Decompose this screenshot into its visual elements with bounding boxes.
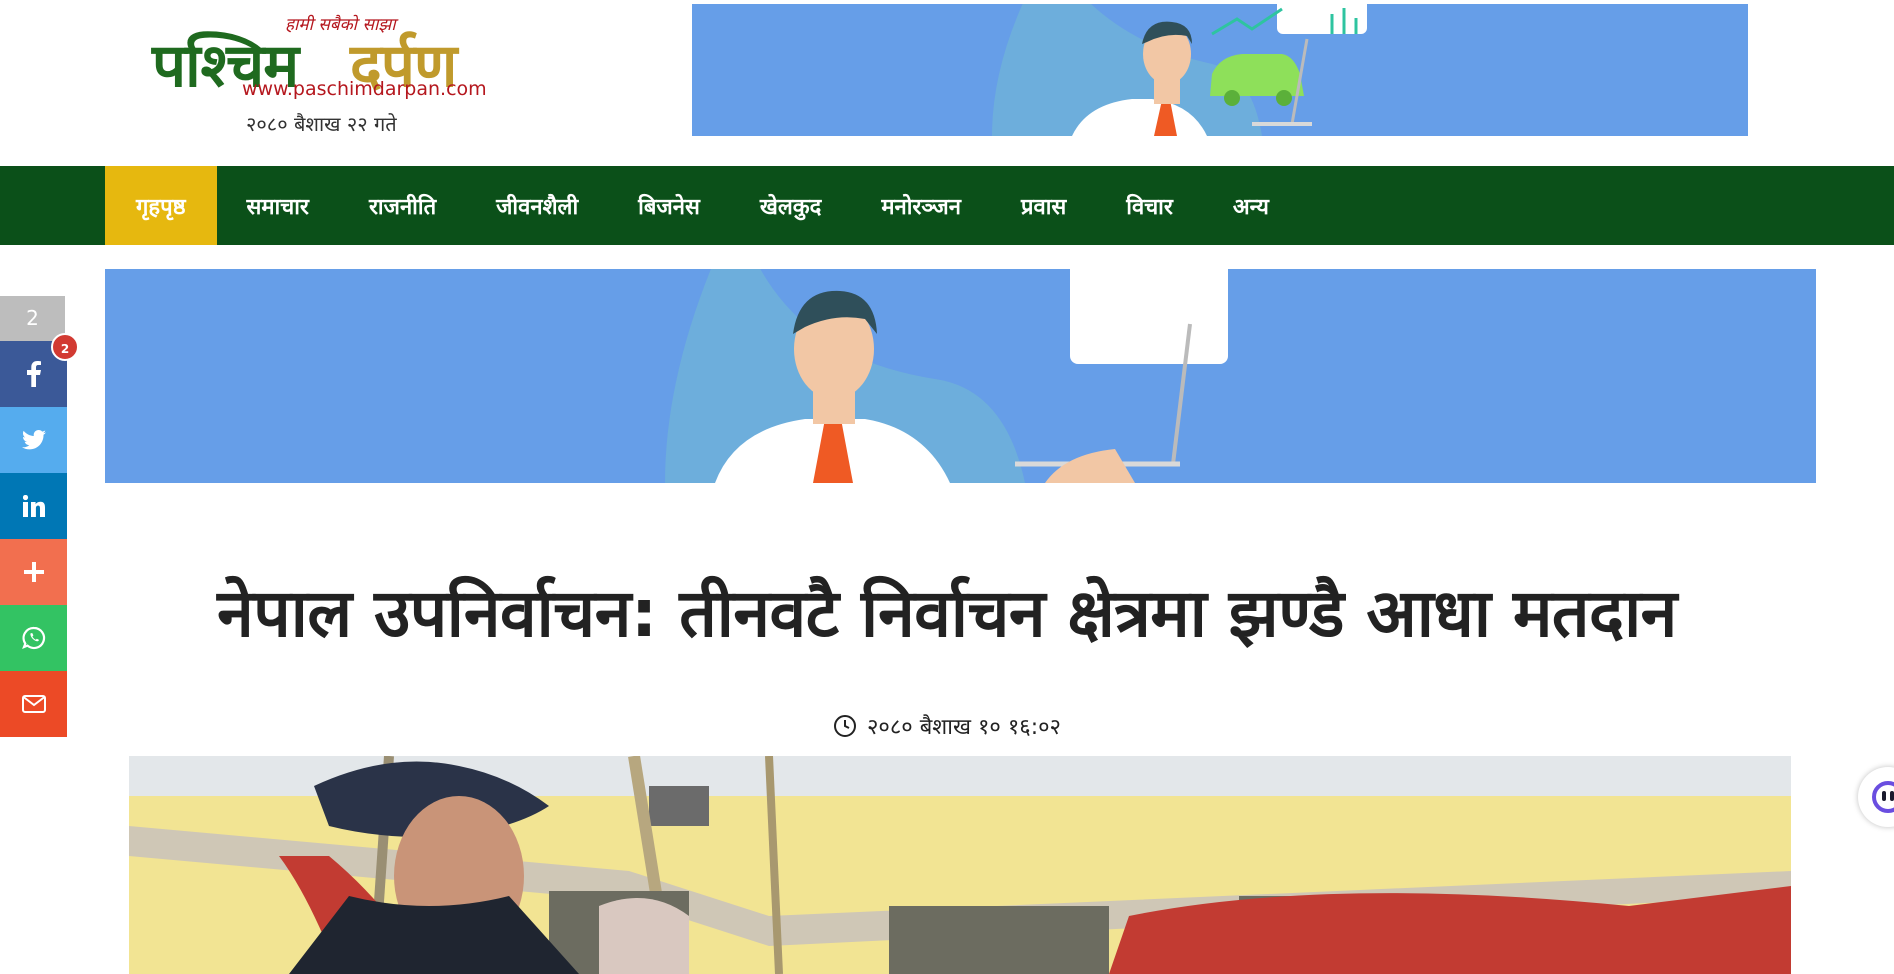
article-featured-image (129, 756, 1791, 974)
twitter-icon (21, 430, 46, 450)
share-count: 2 (0, 296, 65, 341)
nav-item-politics[interactable]: राजनीति (339, 166, 466, 245)
twitter-share-button[interactable] (0, 407, 67, 473)
photo-illustration (129, 756, 1791, 974)
floating-chat-widget[interactable] (1858, 767, 1894, 827)
published-datetime: २०८० बैशाख १० १६:०२ (866, 715, 1061, 740)
site-logo[interactable]: हामी सबैको साझा पश्चिम दर्पण www.paschim… (150, 8, 510, 138)
ad-illustration (665, 269, 1228, 483)
current-date: २०८० बैशाख २२ गते (246, 112, 397, 136)
article-meta: २०८० बैशाख १० १६:०२ (0, 711, 1894, 741)
nav-item-business[interactable]: बिजनेस (608, 166, 730, 245)
nav-item-news[interactable]: समाचार (217, 166, 339, 245)
top-advertisement-banner[interactable] (692, 4, 1748, 136)
facebook-share-count-badge: 2 (51, 333, 79, 361)
facebook-icon (26, 361, 41, 387)
main-navigation: गृहपृष्ठ समाचार राजनीति जीवनशैली बिजनेस … (0, 166, 1894, 245)
linkedin-icon (22, 495, 45, 517)
logo-url: www.paschimdarpan.com (242, 78, 487, 100)
nav-item-sports[interactable]: खेलकुद (730, 166, 852, 245)
nav-item-lifestyle[interactable]: जीवनशैली (466, 166, 608, 245)
chat-bubble-icon (1872, 781, 1894, 813)
nav-item-entertainment[interactable]: मनोरञ्जन (851, 166, 991, 245)
article-headline: नेपाल उपनिर्वाचन: तीनवटै निर्वाचन क्षेत्… (217, 575, 1677, 652)
nav-item-diaspora[interactable]: प्रवास (991, 166, 1096, 245)
nav-item-other[interactable]: अन्य (1203, 166, 1299, 245)
nav-item-opinion[interactable]: विचार (1096, 166, 1203, 245)
middle-advertisement-banner[interactable] (105, 269, 1816, 483)
ad-illustration (992, 4, 1367, 136)
linkedin-share-button[interactable] (0, 473, 67, 539)
nav-item-home[interactable]: गृहपृष्ठ (105, 166, 217, 245)
clock-icon (833, 715, 856, 737)
